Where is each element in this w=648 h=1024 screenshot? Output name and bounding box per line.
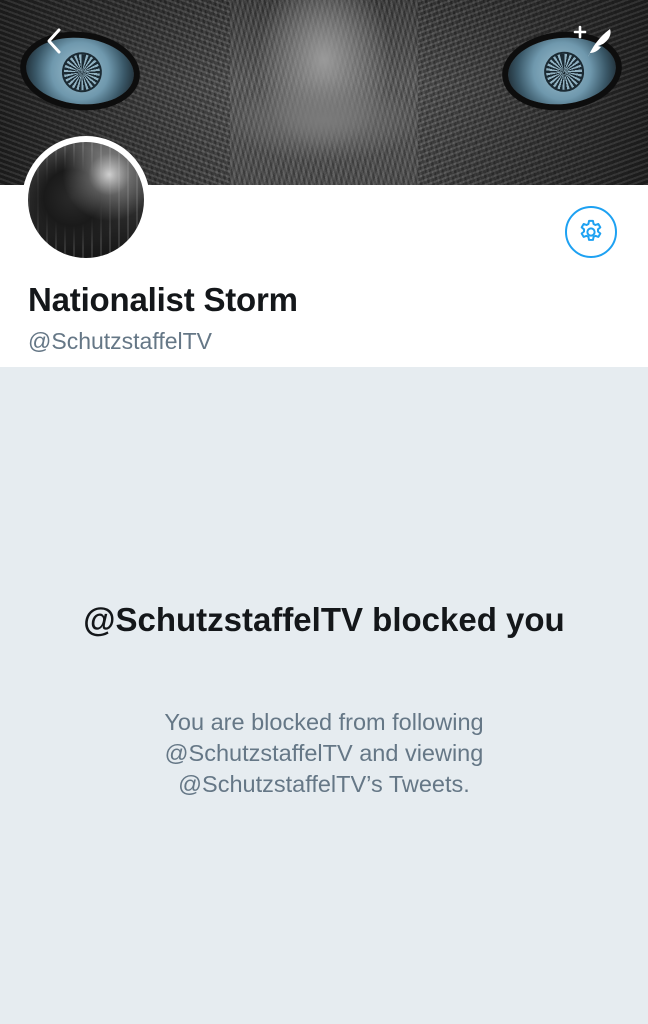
gear-icon <box>580 219 602 241</box>
blocked-description: You are blocked from following @Schutzst… <box>164 709 484 797</box>
display-name: Nationalist Storm <box>28 281 298 318</box>
back-button[interactable] <box>40 26 70 56</box>
profile-page: Nationalist Storm @SchutzstaffelTV @Schu… <box>0 0 648 1024</box>
chevron-left-icon <box>47 28 61 54</box>
compose-tweet-button[interactable] <box>572 24 616 60</box>
blocked-notice: @SchutzstaffelTV blocked you You are blo… <box>0 367 648 1024</box>
avatar-image <box>28 142 144 258</box>
blocked-title: @SchutzstaffelTV blocked you <box>83 601 565 638</box>
avatar[interactable] <box>22 136 150 264</box>
profile-handle: @SchutzstaffelTV <box>28 328 212 354</box>
settings-button[interactable] <box>565 206 617 258</box>
compose-tweet-icon <box>573 25 611 57</box>
